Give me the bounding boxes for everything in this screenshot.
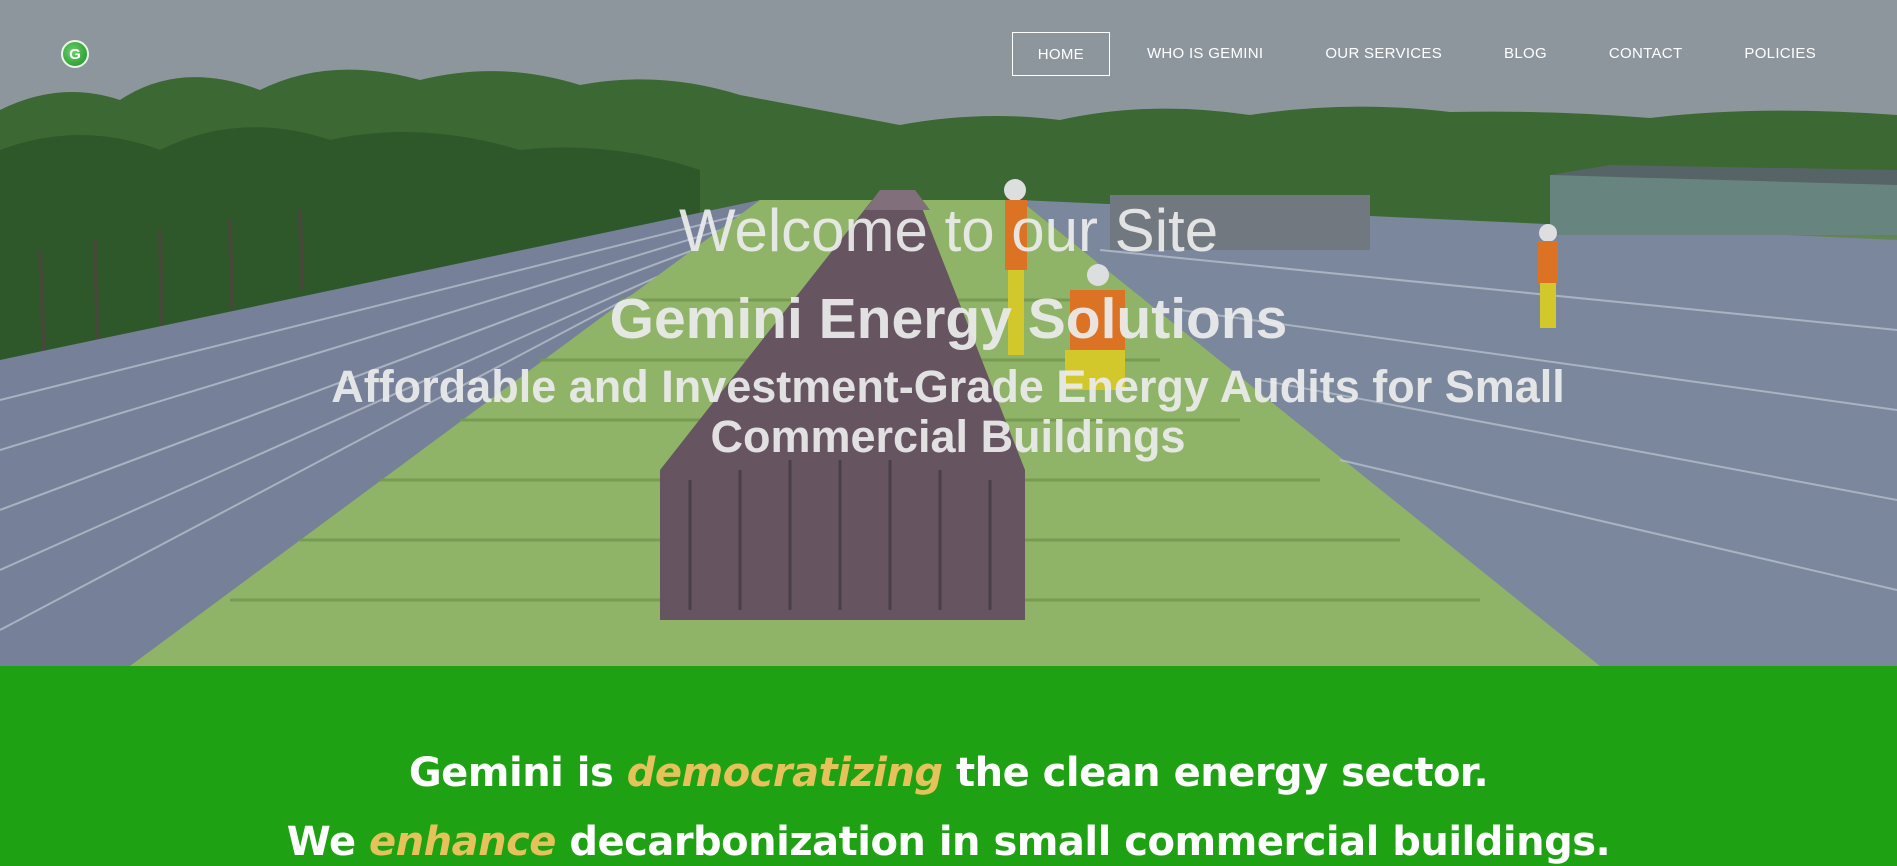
emphasis-word: democratizing (626, 750, 943, 796)
nav-item-home[interactable]: HOME (1011, 32, 1110, 76)
nav-item-who-is-gemini[interactable]: WHO IS GEMINI (1122, 32, 1288, 76)
gemini-logo-icon[interactable]: G (61, 40, 89, 68)
hero-tagline: Affordable and Investment-Grade Energy A… (331, 361, 1565, 462)
nav-item-our-services[interactable]: OUR SERVICES (1300, 32, 1467, 76)
welcome-heading: Welcome to our Site (678, 197, 1219, 264)
main-nav: HOME WHO IS GEMINI OUR SERVICES BLOG CON… (1011, 31, 1897, 77)
nav-item-contact[interactable]: CONTACT (1584, 32, 1707, 76)
hero-banner: G HOME WHO IS GEMINI OUR SERVICES BLOG C… (0, 0, 1897, 666)
emphasis-word: enhance (369, 819, 556, 865)
mission-section: Gemini is democratizing the clean energy… (0, 666, 1897, 866)
nav-item-blog[interactable]: BLOG (1479, 32, 1572, 76)
company-name-heading: Gemini Energy Solutions (609, 287, 1288, 351)
mission-statement-line-1: Gemini is democratizing the clean energy… (408, 750, 1489, 796)
nav-item-policies[interactable]: POLICIES (1719, 32, 1841, 76)
mission-statement-line-2: We enhance decarbonization in small comm… (286, 819, 1611, 865)
